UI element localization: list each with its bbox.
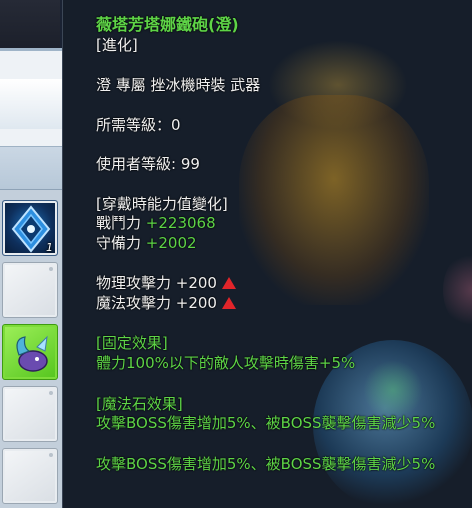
inventory-slot-empty[interactable]: [2, 262, 58, 318]
magic-stone-effect-1: 攻擊BOSS傷害增加5%、被BOSS襲擊傷害減少5%: [96, 414, 436, 432]
background-dark-corner: [0, 0, 60, 48]
inventory-slot-empty[interactable]: [2, 448, 58, 504]
magic-attack-label: 魔法攻擊力 +200: [96, 294, 217, 312]
physical-attack-row: 物理攻擊力 +200: [96, 274, 236, 293]
magic-stone-effect-2: 攻擊BOSS傷害增加5%、被BOSS襲擊傷害減少5%: [96, 455, 436, 473]
up-triangle-icon: [221, 297, 236, 309]
magic-stone-header: [魔法石效果]: [96, 395, 183, 413]
defense-row: 守備力 +2002: [96, 234, 197, 253]
fixed-effect-header: [固定效果]: [96, 334, 168, 352]
inventory-slot-empty[interactable]: [2, 386, 58, 442]
item-type-line: 澄 專屬 挫冰機時裝 武器: [96, 76, 261, 94]
stat-change-header: [穿戴時能力值變化]: [96, 195, 228, 213]
magic-attack-row: 魔法攻擊力 +200: [96, 294, 236, 313]
user-level: 使用者等級: 99: [96, 155, 200, 173]
item-name: 薇塔芳塔娜鐵砲(澄): [96, 15, 239, 34]
green-creature-icon: [16, 335, 48, 372]
background-window-panel: [0, 48, 62, 146]
background-header-bar: [0, 146, 62, 190]
inventory-slot-gem[interactable]: 1: [2, 200, 58, 256]
inventory-slot-creature[interactable]: [2, 324, 58, 380]
combat-power-label: 戰鬥力: [96, 214, 142, 232]
upgrade-tag: [進化]: [96, 36, 138, 54]
item-tooltip: 薇塔芳塔娜鐵砲(澄) [進化] 澄 專屬 挫冰機時裝 武器 所需等級：0 使用者…: [62, 0, 472, 508]
item-count: 1: [46, 241, 53, 254]
fixed-effect-text: 體力100%以下的敵人攻擊時傷害+5%: [96, 354, 356, 372]
up-triangle-icon: [221, 277, 236, 289]
required-level: 所需等級：0: [96, 116, 181, 134]
physical-attack-label: 物理攻擊力 +200: [96, 274, 217, 292]
combat-power-value: +223068: [145, 214, 216, 232]
defense-value: +2002: [145, 234, 197, 252]
defense-label: 守備力: [96, 234, 142, 252]
combat-power-row: 戰鬥力 +223068: [96, 214, 216, 233]
